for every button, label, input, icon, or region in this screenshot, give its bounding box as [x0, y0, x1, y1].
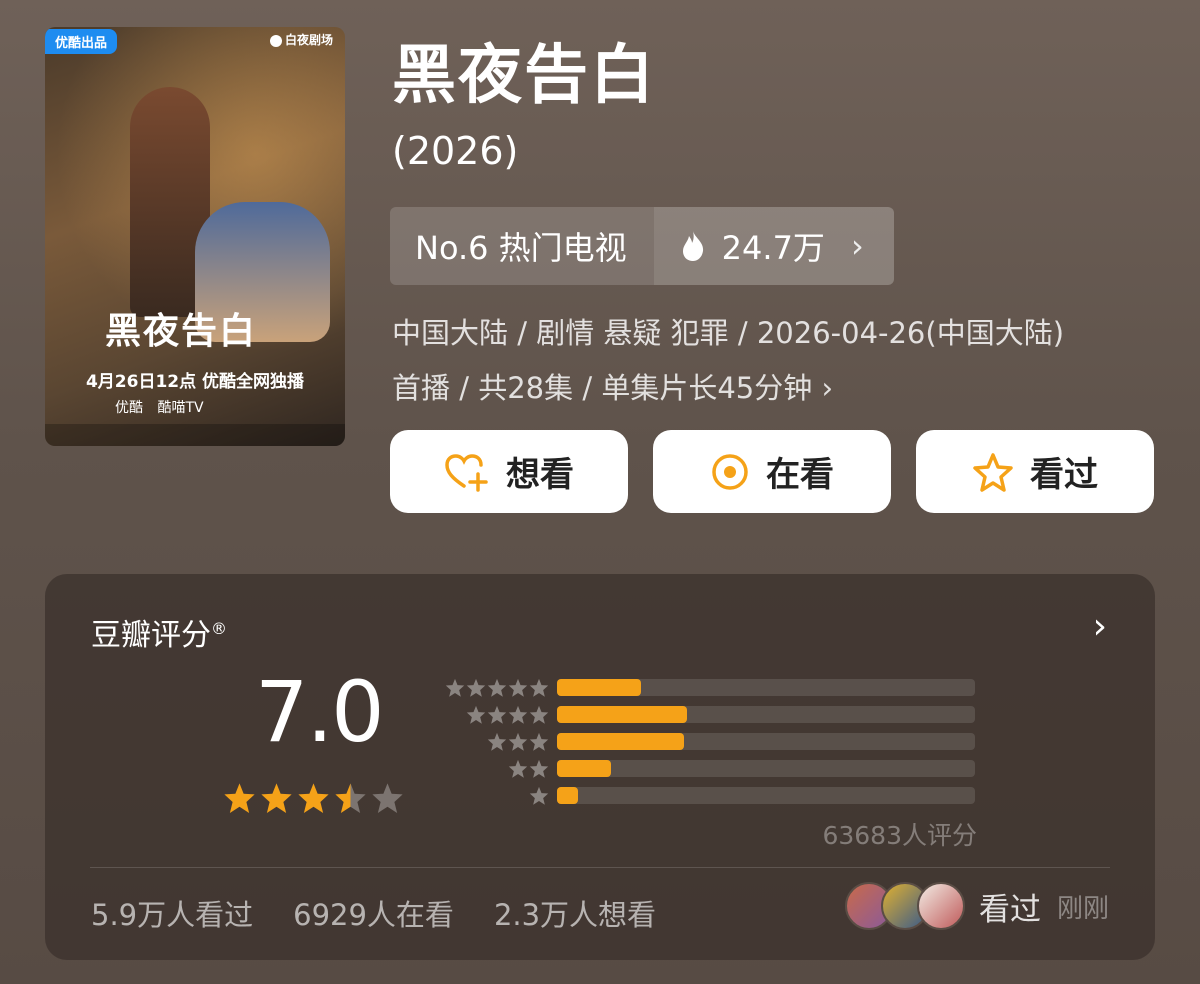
distribution-bar-5-star: [557, 679, 641, 696]
distribution-bar-track: [557, 679, 975, 696]
rater-count: 63683人评分: [822, 821, 977, 850]
heart-plus-icon: [445, 453, 488, 492]
watching-button[interactable]: 在看: [653, 430, 891, 513]
star-icon: [508, 759, 528, 778]
want-count[interactable]: 2.3万人想看: [494, 892, 656, 934]
rank-bar[interactable]: No.6 热门电视 24.7万 ›: [390, 207, 894, 285]
star-icon: [508, 705, 528, 724]
target-icon: [712, 453, 748, 490]
star-icon: [298, 783, 329, 813]
action-buttons: 想看 在看 看过: [390, 430, 1154, 513]
heat-button[interactable]: 24.7万 ›: [653, 207, 894, 285]
distribution-bar-4-star: [557, 706, 687, 723]
distribution-row-4-star: [437, 701, 975, 728]
poster-credits-strip: [45, 424, 345, 446]
watching-label: 在看: [766, 455, 834, 495]
star-outline-icon: [973, 452, 1013, 492]
avatar: [916, 882, 965, 930]
show-meta[interactable]: 中国大陆 / 剧情 悬疑 犯罪 / 2026-04-26(中国大陆) 首播 / …: [392, 306, 1172, 416]
distribution-bar-track: [557, 760, 975, 777]
release-year: (2026): [392, 129, 519, 173]
activity-label: 看过: [978, 891, 1041, 928]
poster-title: 黑夜告白: [105, 310, 258, 352]
distribution-stars: [437, 786, 549, 806]
star-icon: [487, 705, 507, 724]
distribution-bar-track: [557, 706, 975, 723]
platform-kumiao: 酷喵TV: [157, 400, 204, 416]
distribution-row-3-star: [437, 728, 975, 755]
watching-count[interactable]: 6929人在看: [293, 892, 454, 934]
rating-title: 豆瓣评分®: [91, 618, 227, 653]
rating-card[interactable]: 豆瓣评分® › 7.0 63683人评分 5.9万人看过 6929人在看 2.3…: [45, 574, 1155, 960]
brand-logo-icon: [269, 34, 282, 47]
card-divider: [90, 867, 1110, 868]
star-icon: [261, 783, 292, 813]
want-to-watch-button[interactable]: 想看: [390, 430, 628, 513]
poster-brand: 白夜剧场: [269, 31, 333, 48]
star-icon: [372, 783, 403, 813]
star-icon: [529, 732, 549, 751]
star-icon: [529, 678, 549, 697]
distribution-stars: [437, 678, 549, 698]
star-icon: [508, 678, 528, 697]
distribution-bar-3-star: [557, 733, 685, 750]
platform-youku: 优酷: [115, 400, 143, 416]
fire-icon: [682, 231, 703, 261]
rank-label[interactable]: No.6 热门电视: [390, 207, 654, 285]
chevron-right-icon: ›: [850, 227, 864, 265]
rating-stars: [223, 782, 404, 815]
distribution-stars: [437, 732, 549, 752]
star-icon: [529, 786, 549, 805]
star-icon: [508, 732, 528, 751]
audience-stats: 5.9万人看过 6929人在看 2.3万人想看: [91, 892, 656, 934]
distribution-row-1-star: [437, 782, 975, 809]
star-icon: [529, 759, 549, 778]
chevron-right-icon: ›: [821, 371, 834, 405]
poster-release-line: 4月26日12点 优酷全网独播: [85, 372, 305, 392]
distribution-row-2-star: [437, 755, 975, 782]
meta-line-1: 中国大陆 / 剧情 悬疑 犯罪 / 2026-04-26(中国大陆): [392, 316, 1065, 350]
meta-line-2: 首播 / 共28集 / 单集片长45分钟 ›: [392, 371, 834, 405]
heat-value: 24.7万: [721, 229, 825, 267]
distribution-bar-track: [557, 787, 975, 804]
distribution-row-5-star: [437, 674, 975, 701]
watched-button[interactable]: 看过: [916, 430, 1154, 513]
star-icon: [466, 705, 486, 724]
star-icon: [224, 783, 255, 813]
page-title: 黑夜告白: [392, 39, 656, 113]
distribution-bar-track: [557, 733, 975, 750]
distribution-bar-1-star: [557, 787, 578, 804]
poster-producer-badge: 优酷出品: [45, 29, 118, 54]
star-icon: [335, 783, 366, 813]
star-icon: [445, 678, 465, 697]
watched-label: 看过: [1030, 455, 1098, 495]
distribution-stars: [437, 705, 549, 725]
star-icon: [487, 678, 507, 697]
chevron-right-icon[interactable]: ›: [1093, 606, 1107, 647]
want-label: 想看: [506, 455, 574, 495]
watched-count[interactable]: 5.9万人看过: [91, 892, 253, 934]
star-icon: [529, 705, 549, 724]
distribution-bar-2-star: [557, 760, 612, 777]
poster-platforms: 优酷 酷喵TV: [115, 397, 214, 417]
star-icon: [466, 678, 486, 697]
star-icon: [487, 732, 507, 751]
distribution-stars: [437, 759, 549, 779]
rating-distribution: [437, 674, 975, 809]
friend-activity[interactable]: 看过 刚刚: [844, 882, 1109, 930]
rating-score: 7.0: [255, 663, 385, 761]
poster-image[interactable]: 优酷出品 白夜剧场 黑夜告白 4月26日12点 优酷全网独播 优酷 酷喵TV: [45, 27, 345, 446]
activity-time: 刚刚: [1056, 893, 1109, 924]
